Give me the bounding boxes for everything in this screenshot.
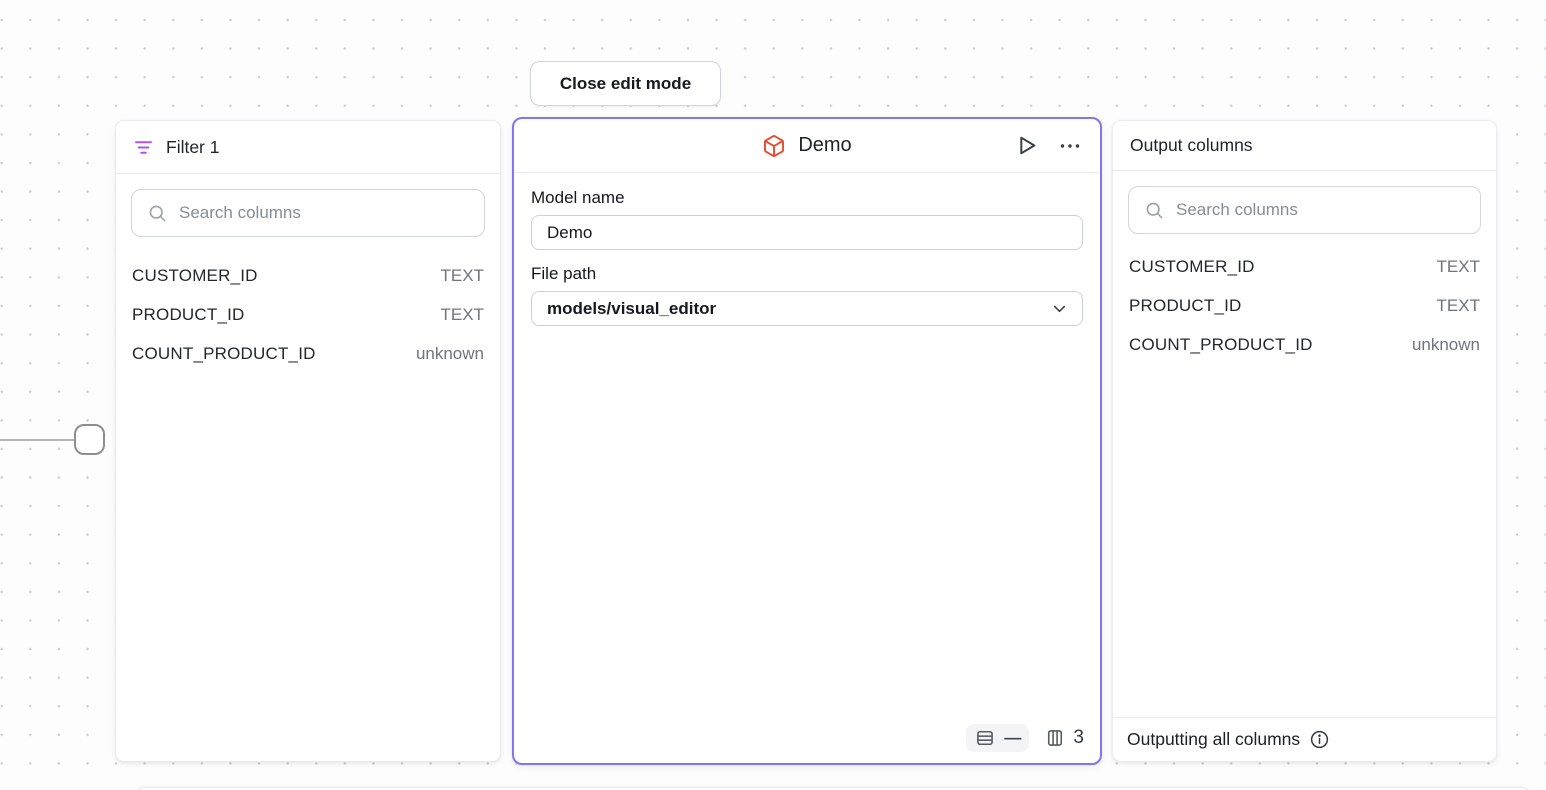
column-type: unknown xyxy=(1412,335,1480,355)
connection-edge xyxy=(0,439,75,441)
column-name: CUSTOMER_ID xyxy=(1129,257,1255,277)
column-row[interactable]: PRODUCT_ID TEXT xyxy=(1129,286,1480,325)
model-node-header[interactable]: Demo xyxy=(514,119,1100,173)
play-icon xyxy=(1014,133,1039,158)
table-columns-icon xyxy=(1045,728,1065,748)
more-options-button[interactable] xyxy=(1056,132,1084,160)
column-type: TEXT xyxy=(441,266,484,286)
column-type: TEXT xyxy=(1437,296,1480,316)
column-row[interactable]: CUSTOMER_ID TEXT xyxy=(132,256,484,295)
column-name: CUSTOMER_ID xyxy=(132,266,258,286)
column-row[interactable]: COUNT_PRODUCT_ID unknown xyxy=(1129,325,1480,364)
filter-search xyxy=(131,189,485,237)
output-columns-panel[interactable]: Output columns CUSTOMER_ID TEXT PRODU xyxy=(1112,120,1497,762)
filter-node[interactable]: Filter 1 CUSTOMER_ID TEXT PRODUCT_ID xyxy=(115,120,501,762)
editor-canvas[interactable]: Close edit mode Filter 1 xyxy=(0,0,1546,790)
filter-search-input[interactable] xyxy=(179,203,469,223)
column-name: PRODUCT_ID xyxy=(1129,296,1242,316)
column-type: TEXT xyxy=(441,305,484,325)
close-edit-mode-button[interactable]: Close edit mode xyxy=(530,61,721,106)
connection-handle[interactable] xyxy=(74,424,105,455)
output-panel-footer: Outputting all columns xyxy=(1113,717,1496,761)
output-panel-header: Output columns xyxy=(1113,121,1496,171)
row-count-value: — xyxy=(1004,728,1020,748)
column-name: COUNT_PRODUCT_ID xyxy=(1129,335,1313,355)
column-row[interactable]: CUSTOMER_ID TEXT xyxy=(1129,247,1480,286)
model-node-title: Demo xyxy=(798,134,851,157)
row-count-toggle[interactable]: — xyxy=(966,724,1029,752)
chevron-down-icon xyxy=(1050,299,1069,318)
file-path-select[interactable]: models/visual_editor xyxy=(531,291,1083,326)
search-icon xyxy=(1144,200,1165,221)
model-name-label: Model name xyxy=(531,188,1083,208)
file-path-value: models/visual_editor xyxy=(547,299,716,319)
column-type: TEXT xyxy=(1437,257,1480,277)
filter-node-title: Filter 1 xyxy=(166,137,219,158)
output-search-input[interactable] xyxy=(1176,200,1465,220)
column-name: PRODUCT_ID xyxy=(132,305,245,325)
search-icon xyxy=(147,203,168,224)
output-search xyxy=(1128,186,1481,234)
column-name: COUNT_PRODUCT_ID xyxy=(132,344,316,364)
filter-column-list: CUSTOMER_ID TEXT PRODUCT_ID TEXT COUNT_P… xyxy=(131,256,485,373)
column-count-stat[interactable]: 3 xyxy=(1045,727,1084,749)
column-row[interactable]: PRODUCT_ID TEXT xyxy=(132,295,484,334)
table-rows-icon xyxy=(975,728,995,748)
column-count-value: 3 xyxy=(1073,727,1084,749)
ellipsis-icon xyxy=(1058,134,1082,158)
filter-node-header[interactable]: Filter 1 xyxy=(116,121,500,174)
output-footer-label: Outputting all columns xyxy=(1127,729,1300,750)
file-path-label: File path xyxy=(531,264,1083,284)
model-node[interactable]: Demo Mod xyxy=(512,117,1102,765)
model-name-input[interactable] xyxy=(531,215,1083,250)
column-row[interactable]: COUNT_PRODUCT_ID unknown xyxy=(132,334,484,373)
run-model-button[interactable] xyxy=(1012,131,1041,160)
column-type: unknown xyxy=(416,344,484,364)
output-column-list: CUSTOMER_ID TEXT PRODUCT_ID TEXT COUNT_P… xyxy=(1128,247,1481,364)
model-cube-icon xyxy=(762,134,786,158)
info-icon[interactable] xyxy=(1309,729,1330,750)
filter-lines-icon xyxy=(133,137,154,158)
output-panel-title: Output columns xyxy=(1130,135,1253,156)
